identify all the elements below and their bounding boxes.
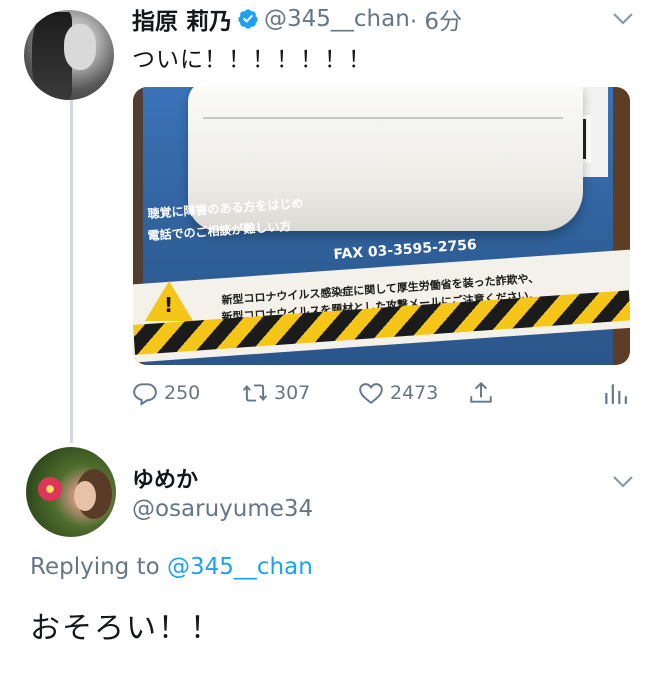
reply-icon [133, 383, 157, 406]
thread-line [70, 98, 73, 443]
avatar-tweet2[interactable] [26, 447, 116, 537]
replying-mention-link[interactable]: @345__chan [167, 554, 313, 580]
retweet-count: 307 [274, 382, 311, 404]
like-count: 2473 [390, 382, 439, 404]
like-button[interactable]: 2473 [358, 380, 438, 406]
chevron-down-icon[interactable] [612, 475, 634, 489]
tweet1-header: 指原 莉乃 @345__chan · 6分 [132, 2, 462, 36]
verified-badge-icon [238, 9, 258, 29]
analytics-icon [605, 384, 627, 404]
tweet1-author-name[interactable]: 指原 莉乃 [132, 2, 232, 36]
avatar-tweet1[interactable] [24, 10, 114, 100]
share-icon [470, 381, 492, 403]
retweet-icon [242, 384, 268, 402]
tweet1-timestamp[interactable]: · 6分 [410, 2, 462, 36]
replying-to-line: Replying to @345__chan [30, 554, 313, 580]
tweet1-actions: 250 307 2473 [132, 380, 632, 412]
chevron-down-icon[interactable] [612, 12, 634, 26]
reply-count: 250 [164, 382, 201, 404]
tweet1-media-image[interactable]: 聴覚に障害のある方をはじめ 電話でのご相談が難しい方 FAX 03-3595-2… [133, 87, 630, 365]
retweet-button[interactable]: 307 [242, 380, 310, 406]
share-button[interactable] [468, 380, 494, 406]
reply-button[interactable]: 250 [132, 380, 200, 406]
like-icon [359, 383, 383, 404]
replying-prefix: Replying to [30, 554, 160, 580]
tweet2-author-name[interactable]: ゆめか [132, 462, 198, 494]
tweet1-handle[interactable]: @345__chan [264, 6, 410, 32]
analytics-button[interactable] [602, 380, 628, 406]
tweet1-text: ついに！！！！！！！ [132, 47, 372, 73]
tweet2-text: おそろい！！ [30, 611, 222, 646]
tweet2-handle[interactable]: @osaruyume34 [132, 496, 313, 522]
